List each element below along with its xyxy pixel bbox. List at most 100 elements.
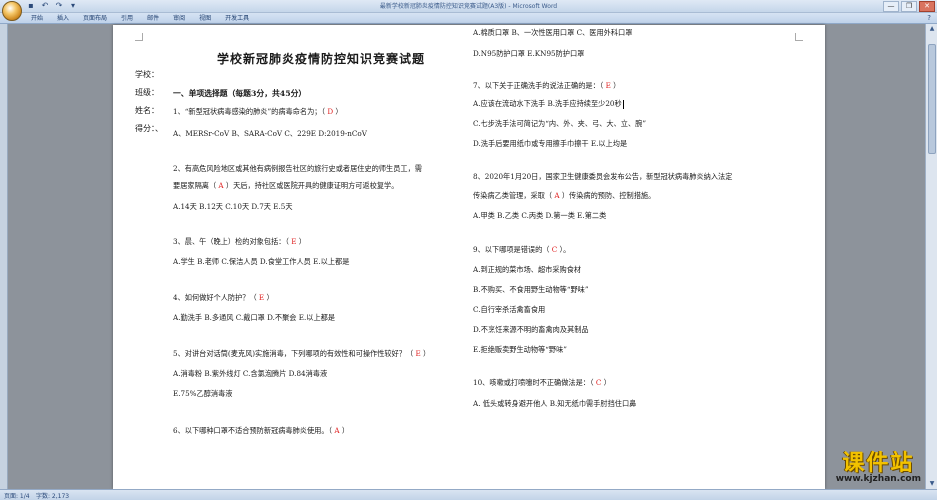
- watermark-title: 课件站: [842, 451, 915, 476]
- line-text: 4、如何做好个人防护？（: [173, 293, 259, 302]
- tab-page-layout[interactable]: 页面布局: [76, 14, 114, 23]
- line-text: ）: [264, 293, 274, 302]
- line-text: A.学生 B.老师 C.保洁人员 D.食堂工作人员 E.以上都是: [173, 257, 350, 266]
- maximize-button[interactable]: ❐: [901, 1, 917, 12]
- line-text: 要居家隔离（: [173, 181, 219, 190]
- margin-corner-mark: [795, 33, 803, 41]
- question-line: A.甲类 B.乙类 C.丙类 D.第一类 E.第二类: [473, 211, 606, 221]
- line-text: 传染病乙类管理，采取（: [473, 191, 555, 200]
- school-label: 学校：: [135, 70, 159, 79]
- site-watermark-logo: 课件站 www.kjzhan.com: [836, 445, 921, 484]
- line-text: A.甲类 B.乙类 C.丙类 D.第一类 E.第二类: [473, 211, 607, 220]
- close-button[interactable]: ✕: [919, 1, 935, 12]
- scrollbar-thumb[interactable]: [928, 44, 936, 154]
- score-label: 得分：、: [135, 124, 163, 133]
- question-line: A.勤洗手 B.多通风 C.戴口罩 D.不聚会 E.以上都是: [173, 313, 335, 323]
- name-label: 姓名：: [135, 106, 159, 115]
- line-text: 10、咳嗽或打喷嚏时不正确做法是：（: [473, 378, 596, 387]
- word-count[interactable]: 字数: 2,173: [36, 491, 69, 500]
- tab-review[interactable]: 审阅: [166, 14, 192, 23]
- line-text: ）传染病的预防、控制措施。: [559, 191, 656, 200]
- line-text: 8、2020年1月20日，国家卫生健康委员会发布公告，新型冠状病毒肺炎纳入法定: [473, 172, 733, 181]
- tab-view[interactable]: 视图: [192, 14, 218, 23]
- line-text: 6、以下哪种口罩不适合预防新冠病毒肺炎使用。（: [173, 426, 335, 435]
- line-text: 9、以下哪项是错误的（: [473, 245, 552, 254]
- class-label: 班级：: [135, 88, 159, 97]
- line-text: 2、有高危风险地区或其他有病例报告社区的旅行史或者居住史的师生员工，需: [173, 164, 422, 173]
- question-line: 6、以下哪种口罩不适合预防新冠病毒肺炎使用。（ A ）: [173, 426, 349, 436]
- line-text: C.自行宰杀活禽畜食用: [473, 305, 546, 314]
- question-line: A.消毒粉 B.紫外线灯 C.含氯泡腾片 D.84消毒液: [173, 369, 327, 379]
- line-text: D.N95防护口罩 E.KN95防护口罩: [473, 49, 585, 58]
- question-line: 传染病乙类管理，采取（ A ）传染病的预防、控制措施。: [473, 191, 655, 201]
- question-line: B.不购买、不食用野生动物等“野味”: [473, 285, 589, 295]
- status-bar: 页面: 1/4 字数: 2,173: [0, 489, 937, 500]
- line-text: ）: [610, 81, 621, 90]
- line-text: A.消毒粉 B.紫外线灯 C.含氯泡腾片 D.84消毒液: [173, 369, 328, 378]
- ribbon-tabs: 开始 插入 页面布局 引用 邮件 审阅 视图 开发工具: [24, 14, 256, 23]
- line-text: A、MERSr-CoV B、SARA-CoV C、229E D:2019-nCo…: [173, 129, 367, 138]
- line-text: 3、晨、午（晚上）检的对象包括：（: [173, 237, 292, 246]
- question-line: A.到正规的菜市场、超市采购食材: [473, 265, 581, 275]
- document-page[interactable]: 学校新冠肺炎疫情防控知识竞赛试题 学校： 班级： 姓名： 得分：、 一、单项选择…: [113, 25, 825, 489]
- line-text: ）: [296, 237, 306, 246]
- section-heading: 一、单项选择题（每题3分，共45分）: [173, 89, 306, 99]
- line-text: ）: [601, 378, 611, 387]
- line-text: 一、单项选择题（每题3分，共45分）: [173, 89, 307, 98]
- line-text: A.到正规的菜市场、超市采购食材: [473, 265, 582, 274]
- tab-insert[interactable]: 插入: [50, 14, 76, 23]
- line-text: ）: [333, 107, 343, 116]
- document-title: 学校新冠肺炎疫情防控知识竞赛试题: [217, 52, 426, 66]
- line-text: D.洗手后要用纸巾或专用擦手巾擦干 E.以上均是: [473, 139, 628, 148]
- question-line: D.N95防护口罩 E.KN95防护口罩: [473, 49, 584, 59]
- line-text: 5、对讲台对话筒(麦克风)实施消毒，下列哪项的有效性和可操作性较好？（: [173, 349, 416, 358]
- tab-references[interactable]: 引用: [114, 14, 140, 23]
- line-text: ）: [339, 426, 350, 435]
- question-line: C.七步洗手法可简记为“内、外、夹、弓、大、立、腕”: [473, 119, 646, 129]
- page-count[interactable]: 页面: 1/4: [4, 491, 30, 500]
- line-text: C.七步洗手法可简记为“内、外、夹、弓、大、立、腕”: [473, 119, 647, 128]
- text-cursor: [622, 99, 624, 109]
- question-line: A. 低头或转身避开他人 B.知无纸巾需手肘挡住口鼻: [473, 399, 636, 409]
- tab-home[interactable]: 开始: [24, 14, 50, 23]
- scroll-down-icon[interactable]: ▼: [926, 479, 937, 489]
- question-line: 2、有高危风险地区或其他有病例报告社区的旅行史或者居住史的师生员工，需: [173, 164, 422, 174]
- question-line: 7、以下关于正确洗手的说法正确的是：（ E ）: [473, 81, 620, 91]
- tab-developer[interactable]: 开发工具: [218, 14, 256, 23]
- line-text: A.应该在流动水下洗手 B.洗手应持续至少20秒: [473, 99, 622, 108]
- question-line: 8、2020年1月20日，国家卫生健康委员会发布公告，新型冠状病毒肺炎纳入法定: [473, 172, 732, 182]
- question-line: D.不烹饪来源不明的畜禽肉及其制品: [473, 325, 589, 335]
- question-line: 9、以下哪项是错误的（ C ）。: [473, 245, 570, 255]
- line-text: 1、“新型冠状病毒感染的肺炎”的病毒命名为；（: [173, 107, 328, 116]
- line-text: D.不烹饪来源不明的畜禽肉及其制品: [473, 325, 589, 334]
- question-line: A.应该在流动水下洗手 B.洗手应持续至少20秒: [473, 99, 624, 109]
- question-line: A、MERSr-CoV B、SARA-CoV C、229E D:2019-nCo…: [173, 129, 367, 139]
- line-text: ）: [420, 349, 431, 358]
- question-line: E.75%乙醇消毒液: [173, 389, 232, 399]
- question-line: E.拒绝贩卖野生动物等“野味”: [473, 345, 567, 355]
- help-icon[interactable]: ?: [927, 14, 931, 22]
- question-line: A.14天 B.12天 C.10天 D.7天 E.5天: [173, 202, 293, 212]
- question-line: 5、对讲台对话筒(麦克风)实施消毒，下列哪项的有效性和可操作性较好？（ E ）: [173, 349, 430, 359]
- question-line: 1、“新型冠状病毒感染的肺炎”的病毒命名为；（ D ）: [173, 107, 343, 117]
- window-title: 最新学校新冠肺炎疫情防控知识竞赛试题(A3版) - Microsoft Word: [379, 3, 558, 10]
- window-controls: — ❐ ✕: [883, 1, 935, 12]
- question-line: 4、如何做好个人防护？（ E ）: [173, 293, 274, 303]
- line-text: A.勤洗手 B.多通风 C.戴口罩 D.不聚会 E.以上都是: [173, 313, 336, 322]
- minimize-button[interactable]: —: [883, 1, 899, 12]
- question-line: A.棉质口罩 B、一次性医用口罩 C、医用外科口罩: [473, 28, 632, 38]
- line-text: ）天后，持社区或医院开具的健康证明方可返校复学。: [223, 181, 399, 190]
- question-line: 10、咳嗽或打喷嚏时不正确做法是：（ C ）: [473, 378, 611, 388]
- question-line: A.学生 B.老师 C.保洁人员 D.食堂工作人员 E.以上都是: [173, 257, 349, 267]
- watermark-url: www.kjzhan.com: [835, 474, 921, 484]
- scroll-up-icon[interactable]: ▲: [926, 24, 937, 34]
- tab-mailings[interactable]: 邮件: [140, 14, 166, 23]
- line-text: E.拒绝贩卖野生动物等“野味”: [473, 345, 567, 354]
- vertical-scrollbar[interactable]: ▲ ▼: [925, 24, 937, 489]
- line-text: A.棉质口罩 B、一次性医用口罩 C、医用外科口罩: [473, 28, 633, 37]
- question-line: C.自行宰杀活禽畜食用: [473, 305, 545, 315]
- office-button[interactable]: [2, 1, 22, 21]
- margin-corner-mark: [135, 33, 143, 41]
- line-text: A. 低头或转身避开他人 B.知无纸巾需手肘挡住口鼻: [473, 399, 637, 408]
- vertical-ruler: [0, 24, 8, 489]
